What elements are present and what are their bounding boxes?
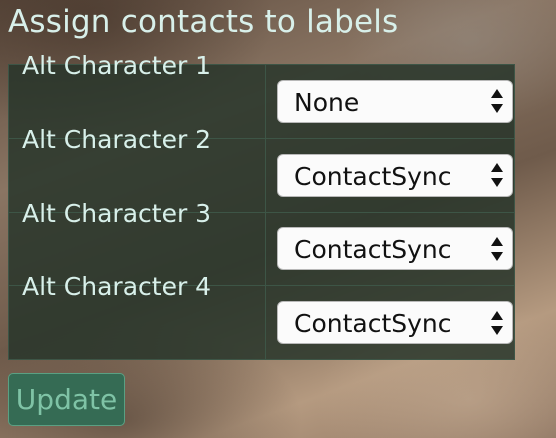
update-button[interactable]: Update: [8, 373, 125, 426]
contact-select-1[interactable]: None: [277, 79, 513, 123]
select-value: None: [294, 87, 360, 117]
select-cell: ContactSync: [265, 285, 515, 360]
row-label: Alt Character 1: [22, 51, 212, 80]
label-assignment-table: Alt Character 1 None Alt Character 2 Con…: [8, 51, 515, 360]
contact-select-3[interactable]: ContactSync: [277, 227, 513, 271]
select-value: ContactSync: [294, 309, 452, 339]
page-title: Assign contacts to labels: [8, 4, 399, 40]
row-label-cell: Alt Character 4: [8, 272, 266, 360]
select-value: ContactSync: [294, 161, 452, 191]
up-down-chevron-icon: [491, 89, 503, 114]
up-down-chevron-icon: [491, 163, 503, 188]
up-down-chevron-icon: [491, 236, 503, 261]
row-label: Alt Character 2: [22, 124, 212, 154]
up-down-chevron-icon: [491, 310, 503, 335]
row-label: Alt Character 3: [22, 198, 212, 228]
row-label: Alt Character 4: [22, 272, 212, 302]
select-value: ContactSync: [294, 235, 452, 265]
select-cell: ContactSync: [265, 137, 515, 213]
select-cell: None: [265, 64, 515, 139]
select-cell: ContactSync: [265, 211, 515, 287]
table-row: Alt Character 4 ContactSync: [8, 272, 515, 360]
contact-select-2[interactable]: ContactSync: [277, 153, 513, 197]
contact-select-4[interactable]: ContactSync: [277, 301, 513, 345]
